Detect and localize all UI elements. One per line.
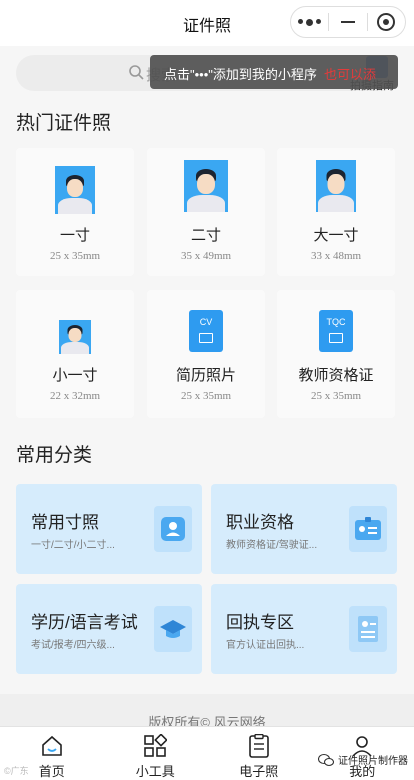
photo-card-resume[interactable]: CV 简历照片 25 x 35mm [147,290,265,418]
tab-tools[interactable]: 小工具 [104,727,208,780]
category-professional[interactable]: 职业资格 教师资格证/驾驶证... [211,484,397,574]
portrait-icon [55,166,95,214]
card-name: 教师资格证 [298,367,374,384]
photo-card-small-1inch[interactable]: 小一寸 22 x 32mm [16,290,134,418]
photo-card-2inch[interactable]: 二寸 35 x 49mm [147,148,265,276]
graduation-cap-icon [154,606,192,652]
category-subtitle: 考试/报考/四六级... [31,640,115,651]
category-common-sizes[interactable]: 常用寸照 一寸/二寸/小二寸... [16,484,202,574]
portrait-icon [184,160,228,212]
category-name: 回执专区 [226,613,294,632]
category-education[interactable]: 学历/语言考试 考试/报考/四六级... [16,584,202,674]
photo-card-large-1inch[interactable]: 大一寸 33 x 48mm [277,148,395,276]
person-card-icon [154,506,192,552]
tab-label: 电子照 [239,764,279,779]
category-name: 学历/语言考试 [31,613,138,632]
card-name: 二寸 [190,227,221,244]
card-size: 22 x 32mm [49,390,101,402]
photo-card-teacher-cert[interactable]: TQC 教师资格证 25 x 35mm [277,290,395,418]
id-badge-icon [349,506,387,552]
wechat-icon [318,753,334,766]
tab-label: 小工具 [135,764,175,779]
category-subtitle: 教师资格证/驾驶证... [226,540,318,551]
category-subtitle: 官方认证出回执... [226,640,305,651]
card-size: 25 x 35mm [310,390,362,402]
card-size: 25 x 35mm [49,250,101,262]
category-subtitle: 一寸/二寸/小二寸... [31,540,115,551]
card-size: 35 x 49mm [180,250,232,262]
card-name: 一寸 [59,227,90,244]
tip-text: 点击"•••"添加到我的小程序 [164,67,317,82]
hot-section-title: 热门证件照 [16,113,112,134]
minimize-button[interactable] [329,7,366,37]
categories-section-title: 常用分类 [16,445,93,466]
tab-e-photo[interactable]: 电子照 [207,727,311,780]
tip-highlight: 也可以添 [323,67,376,82]
portrait-icon [59,320,91,354]
search-icon [129,65,144,80]
photo-card-1inch[interactable]: 一寸 25 x 35mm [16,148,134,276]
card-name: 大一寸 [313,227,359,244]
watermark-left: ©广东 [4,766,29,776]
category-name: 常用寸照 [31,513,99,532]
close-target-icon [377,13,396,31]
home-icon [39,733,65,759]
card-name: 小一寸 [52,367,98,384]
category-name: 职业资格 [226,513,294,532]
receipt-icon [349,606,387,652]
more-button[interactable] [291,7,328,37]
teacher-cert-doc-icon: TQC [319,310,353,352]
mini-program-capsule [290,6,406,38]
document-icon [246,733,272,759]
add-mini-program-tip: 点击"•••"添加到我的小程序 也可以添 [150,55,398,89]
watermark-right: 证件照片制作器 [318,752,408,767]
copyright-text: 版权所有© 风云网络 [0,694,414,728]
watermark-right-text: 证件照片制作器 [338,756,408,767]
card-name: 简历照片 [175,367,236,384]
grid-tools-icon [142,733,168,759]
resume-doc-icon: CV [189,310,223,352]
card-size: 25 x 35mm [180,390,232,402]
close-button[interactable] [368,7,405,37]
top-nav-bar: 证件照 [0,0,414,46]
minimize-icon [340,21,355,23]
category-receipt[interactable]: 回执专区 官方认证出回执... [211,584,397,674]
portrait-icon [316,160,356,212]
more-dots-icon [298,18,322,26]
card-size: 33 x 48mm [310,250,362,262]
